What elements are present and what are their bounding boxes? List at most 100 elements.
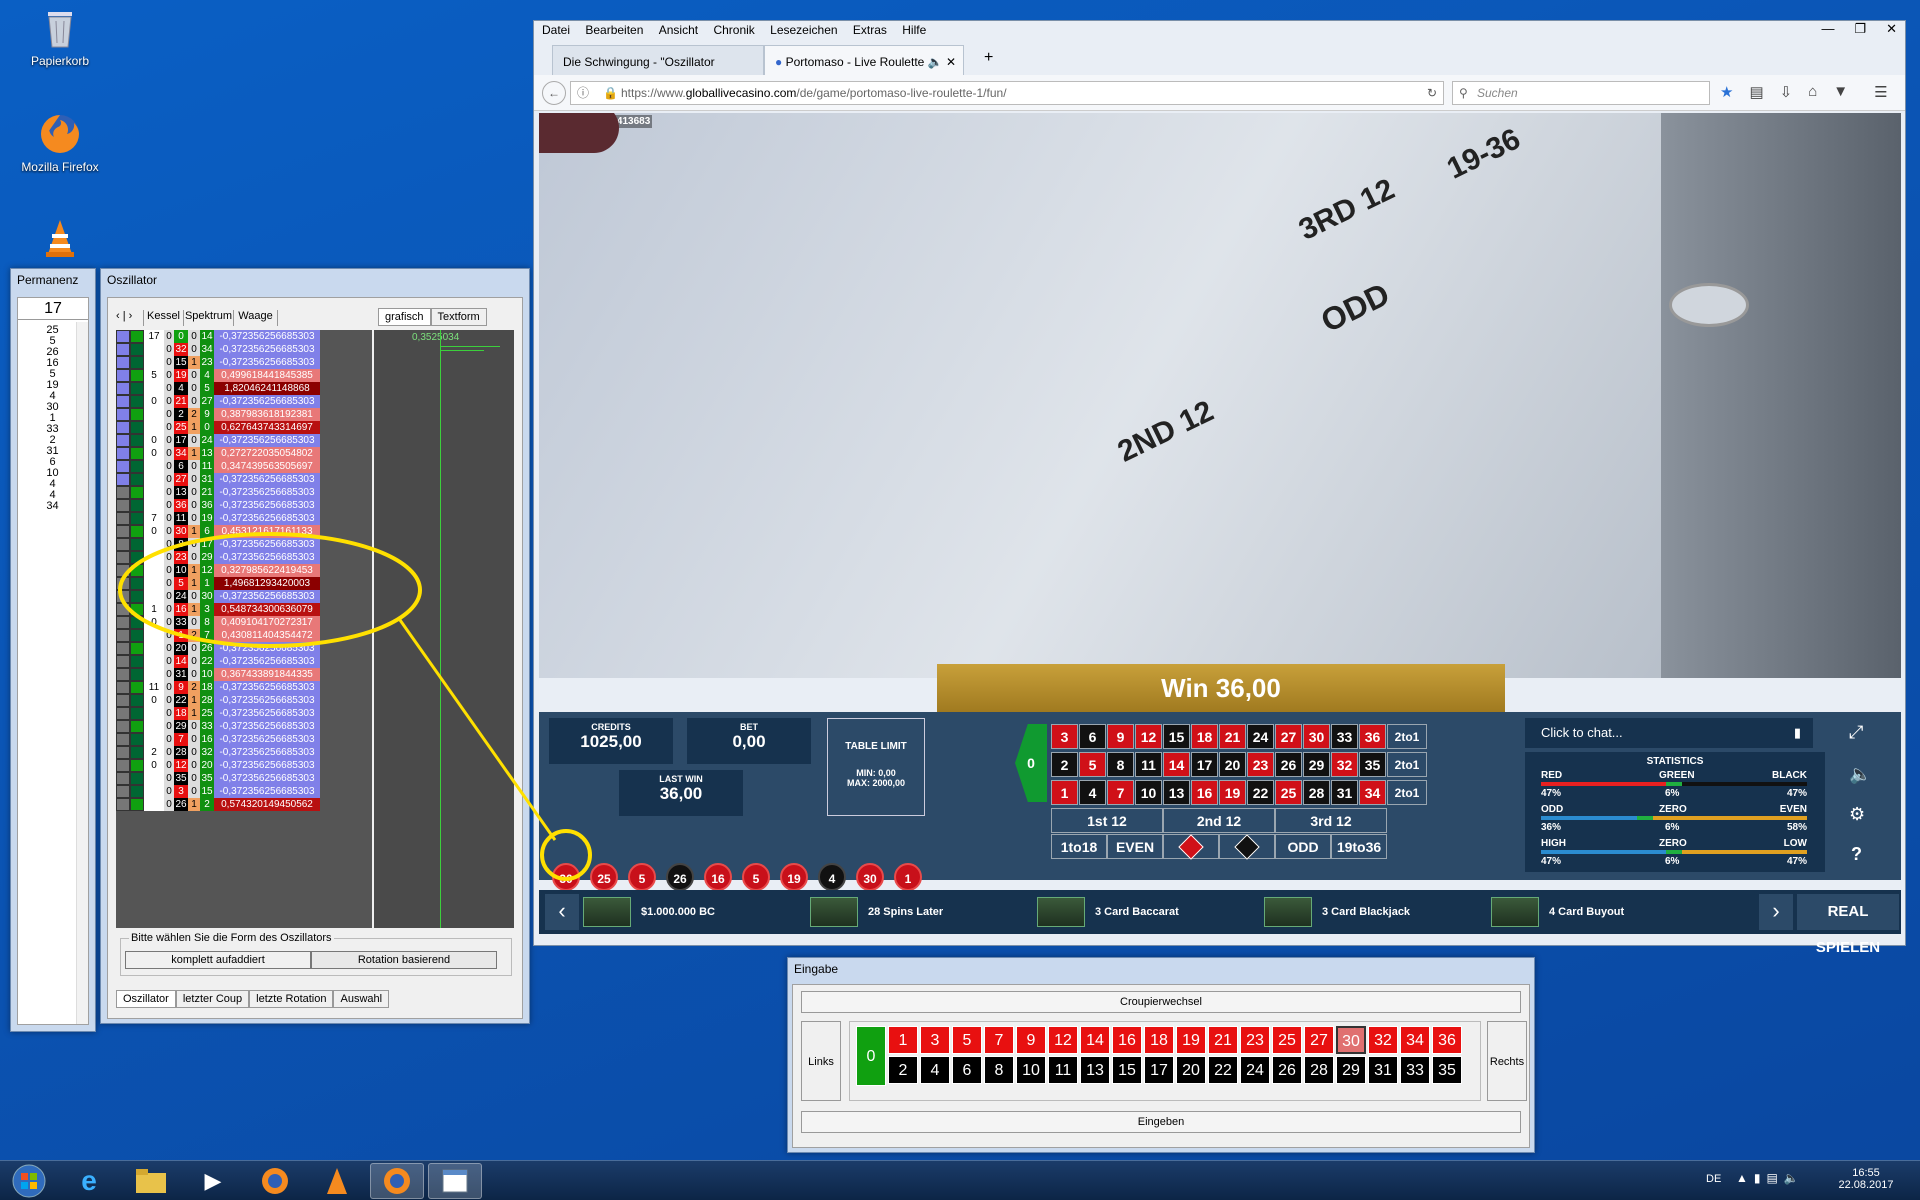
number-button[interactable]: 35: [1432, 1056, 1462, 1084]
nav-arrows[interactable]: ‹ | ›: [116, 310, 144, 326]
bottom-tab-letzte-rotation[interactable]: letzte Rotation: [249, 990, 334, 1008]
clock[interactable]: 16:55 22.08.2017: [1836, 1167, 1896, 1191]
number-button[interactable]: 26: [1272, 1056, 1302, 1084]
number-bet[interactable]: 6: [1079, 724, 1106, 749]
chat-input[interactable]: Click to chat... ▮: [1525, 718, 1813, 748]
number-button[interactable]: 10: [1016, 1056, 1046, 1084]
dozen-bet[interactable]: 3rd 12: [1275, 808, 1387, 833]
back-button[interactable]: ←: [542, 81, 566, 105]
help-icon[interactable]: ?: [1851, 844, 1862, 865]
vlc-desktop-icon[interactable]: [18, 216, 102, 264]
info-icon[interactable]: ⓘ: [577, 82, 589, 104]
lobby-game[interactable]: 4 Card Buyout: [1491, 896, 1624, 928]
new-tab-button[interactable]: +: [984, 49, 993, 67]
number-bet[interactable]: 5: [1079, 752, 1106, 777]
tab-grafisch[interactable]: grafisch: [378, 308, 431, 326]
zero-button[interactable]: 0: [856, 1026, 886, 1086]
number-button[interactable]: 30: [1336, 1026, 1366, 1054]
outside-bet[interactable]: ODD: [1275, 834, 1331, 859]
number-button[interactable]: 3: [920, 1026, 950, 1054]
bookmark-star-icon[interactable]: ★: [1720, 83, 1733, 101]
number-button[interactable]: 28: [1304, 1056, 1334, 1084]
number-button[interactable]: 2: [888, 1056, 918, 1084]
menu-bearbeiten[interactable]: Bearbeiten: [585, 23, 643, 37]
close-icon[interactable]: ✕: [1886, 21, 1897, 37]
outside-bet[interactable]: [1219, 834, 1275, 860]
number-button[interactable]: 16: [1112, 1026, 1142, 1054]
option-komplett[interactable]: komplett aufaddiert: [125, 951, 311, 969]
number-button[interactable]: 32: [1368, 1026, 1398, 1054]
header-waage[interactable]: Waage: [234, 310, 278, 326]
menu-extras[interactable]: Extras: [853, 23, 887, 37]
lobby-next-button[interactable]: ›: [1759, 894, 1793, 930]
number-button[interactable]: 18: [1144, 1026, 1174, 1054]
outside-bet[interactable]: [1163, 834, 1219, 860]
vlc-taskbar-icon[interactable]: [310, 1163, 364, 1199]
number-bet[interactable]: 36: [1359, 724, 1386, 749]
number-button[interactable]: 25: [1272, 1026, 1302, 1054]
number-bet[interactable]: 4: [1079, 780, 1106, 805]
download-icon[interactable]: ⇩: [1780, 83, 1793, 101]
ie-icon[interactable]: e: [62, 1163, 116, 1199]
number-bet[interactable]: 33: [1331, 724, 1358, 749]
outside-bet[interactable]: 19to36: [1331, 834, 1387, 859]
menu-ansicht[interactable]: Ansicht: [659, 23, 698, 37]
number-bet[interactable]: 19: [1219, 780, 1246, 805]
reload-icon[interactable]: ↻: [1427, 82, 1437, 104]
number-button[interactable]: 17: [1144, 1056, 1174, 1084]
option-rotation[interactable]: Rotation basierend: [311, 951, 497, 969]
number-bet[interactable]: 31: [1331, 780, 1358, 805]
speaker-icon[interactable]: 🔈: [928, 55, 943, 69]
zero-bet[interactable]: 0: [1015, 724, 1047, 802]
maximize-icon[interactable]: ❐: [1854, 21, 1866, 37]
number-button[interactable]: 33: [1400, 1056, 1430, 1084]
number-button[interactable]: 5: [952, 1026, 982, 1054]
number-bet[interactable]: 28: [1303, 780, 1330, 805]
dozen-bet[interactable]: 2nd 12: [1163, 808, 1275, 833]
rechts-button[interactable]: Rechts: [1487, 1021, 1527, 1101]
media-player-icon[interactable]: ▶: [186, 1163, 240, 1199]
number-button[interactable]: 22: [1208, 1056, 1238, 1084]
tab-oszillator[interactable]: Die Schwingung - "Oszillator: [552, 45, 764, 75]
links-button[interactable]: Links: [801, 1021, 841, 1101]
number-button[interactable]: 13: [1080, 1056, 1110, 1084]
menu-chronik[interactable]: Chronik: [713, 23, 754, 37]
lobby-prev-button[interactable]: ‹: [545, 894, 579, 930]
number-bet[interactable]: 15: [1163, 724, 1190, 749]
number-bet[interactable]: 27: [1275, 724, 1302, 749]
column-bet[interactable]: 2to1: [1387, 752, 1427, 777]
number-button[interactable]: 31: [1368, 1056, 1398, 1084]
firefox-desktop-icon[interactable]: Mozilla Firefox: [18, 112, 102, 174]
number-bet[interactable]: 18: [1191, 724, 1218, 749]
firefox-active-taskbar-icon[interactable]: [370, 1163, 424, 1199]
lobby-game[interactable]: 3 Card Baccarat: [1037, 896, 1179, 928]
reading-list-icon[interactable]: ▤: [1749, 83, 1763, 101]
number-button[interactable]: 7: [984, 1026, 1014, 1054]
tab-textform[interactable]: Textform: [430, 308, 487, 326]
header-spektrum[interactable]: Spektrum: [184, 310, 234, 326]
number-bet[interactable]: 29: [1303, 752, 1330, 777]
menu-lesezeichen[interactable]: Lesezeichen: [770, 23, 837, 37]
app-taskbar-icon[interactable]: [428, 1163, 482, 1199]
real-play-button[interactable]: REAL SPIELEN: [1797, 894, 1899, 956]
number-bet[interactable]: 12: [1135, 724, 1162, 749]
number-button[interactable]: 1: [888, 1026, 918, 1054]
number-bet[interactable]: 23: [1247, 752, 1274, 777]
fullscreen-icon[interactable]: ⤢: [1849, 722, 1863, 743]
number-bet[interactable]: 22: [1247, 780, 1274, 805]
number-button[interactable]: 36: [1432, 1026, 1462, 1054]
dozen-bet[interactable]: 1st 12: [1051, 808, 1163, 833]
recycle-bin-icon[interactable]: Papierkorb: [18, 6, 102, 68]
permanenz-scrollbar[interactable]: [76, 322, 88, 1024]
number-button[interactable]: 11: [1048, 1056, 1078, 1084]
menu-hilfe[interactable]: Hilfe: [902, 23, 926, 37]
number-bet[interactable]: 20: [1219, 752, 1246, 777]
menu-datei[interactable]: Datei: [542, 23, 570, 37]
language-indicator[interactable]: DE: [1706, 1173, 1721, 1185]
lobby-game[interactable]: 3 Card Blackjack: [1264, 896, 1410, 928]
number-button[interactable]: 27: [1304, 1026, 1334, 1054]
number-button[interactable]: 15: [1112, 1056, 1142, 1084]
number-bet[interactable]: 7: [1107, 780, 1134, 805]
minimize-icon[interactable]: —: [1821, 21, 1834, 37]
number-bet[interactable]: 14: [1163, 752, 1190, 777]
